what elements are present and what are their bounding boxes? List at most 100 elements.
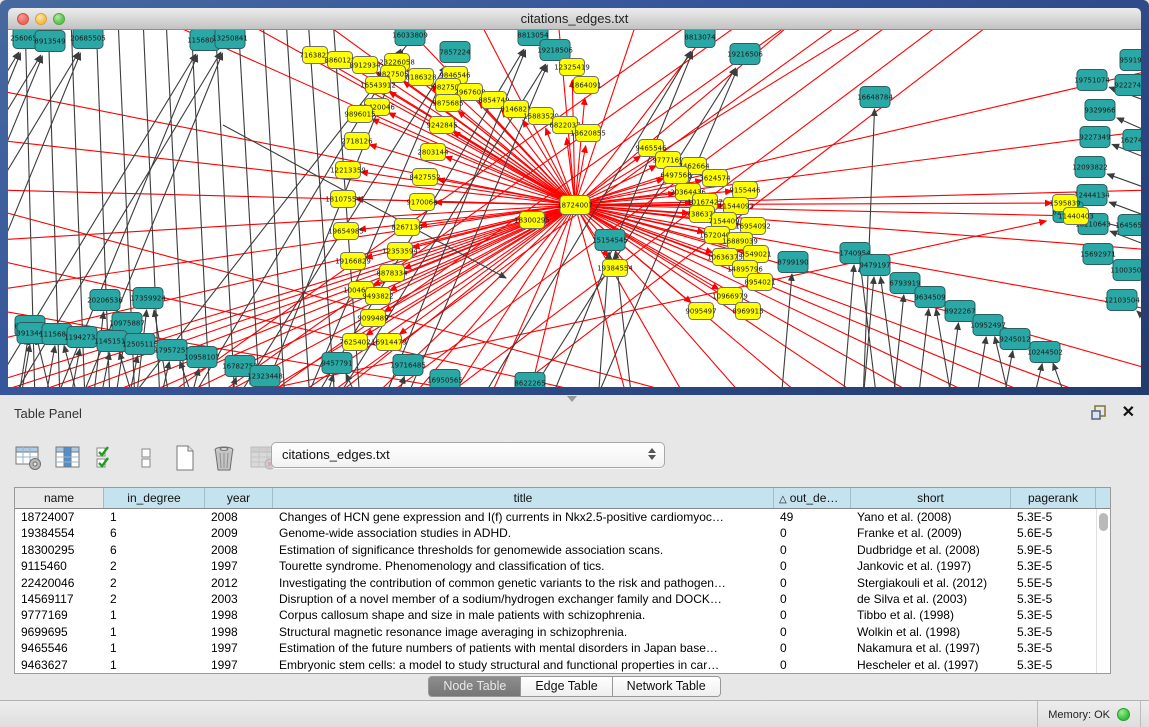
- graph-node[interactable]: 8427552: [409, 169, 440, 186]
- graph-node[interactable]: 18724007: [557, 196, 593, 215]
- graph-node[interactable]: 7857224: [439, 42, 471, 63]
- graph-node[interactable]: 12103504: [1104, 290, 1140, 311]
- column-visibility-icon[interactable]: [53, 442, 83, 474]
- scrollbar-thumb[interactable]: [1099, 513, 1108, 531]
- table-settings-icon[interactable]: [14, 442, 44, 474]
- tab-network-table[interactable]: Network Table: [613, 676, 721, 697]
- graph-node[interactable]: 10244502: [1027, 342, 1063, 363]
- graph-node[interactable]: 9479197: [859, 255, 890, 276]
- graph-node[interactable]: 13620855: [570, 125, 606, 142]
- graph-node[interactable]: 19216506: [727, 44, 763, 65]
- graph-node[interactable]: 20206536: [87, 290, 123, 311]
- graph-node[interactable]: 2803144: [417, 144, 449, 161]
- memory-ok-indicator[interactable]: [1117, 708, 1130, 721]
- graph-node[interactable]: 8913549: [34, 31, 65, 52]
- graph-node[interactable]: 16543912: [360, 77, 396, 94]
- graph-node[interactable]: 8267130: [391, 219, 422, 236]
- new-table-icon[interactable]: [170, 442, 200, 474]
- graph-node[interactable]: 15154545: [592, 230, 628, 251]
- graph-node[interactable]: 9591903: [1119, 50, 1141, 71]
- graph-node[interactable]: 19384554: [597, 260, 633, 277]
- graph-node[interactable]: 18300295: [514, 212, 550, 229]
- graph-node[interactable]: 9875685: [432, 95, 463, 112]
- float-panel-icon[interactable]: [1089, 403, 1109, 423]
- table-row[interactable]: 946362711997Embryonic stem cells: a mode…: [15, 657, 1110, 673]
- graph-node[interactable]: 13250841: [212, 30, 248, 49]
- graph-node[interactable]: 12505115: [122, 334, 158, 355]
- column-header-out_de[interactable]: △out_de…: [774, 488, 851, 508]
- table-row[interactable]: 1830029562008Estimation of significance …: [15, 542, 1110, 558]
- graph-node[interactable]: 9155446: [729, 182, 761, 199]
- column-header-short[interactable]: short: [851, 488, 1011, 508]
- graph-node[interactable]: 8549021: [740, 246, 771, 263]
- graph-node[interactable]: 11440403: [1058, 208, 1094, 225]
- table-row[interactable]: 1872400712008Changes of HCN gene express…: [15, 509, 1110, 525]
- graph-node[interactable]: 12323448: [247, 366, 283, 387]
- graph-node[interactable]: 8799190: [777, 252, 808, 273]
- tab-edge-table[interactable]: Edge Table: [521, 676, 612, 697]
- table-row[interactable]: 911546021997Tourette syndrome. Phenomeno…: [15, 558, 1110, 574]
- graph-node[interactable]: 9227349: [1079, 127, 1110, 148]
- column-header-pagerank[interactable]: pagerank: [1011, 488, 1096, 508]
- graph-node[interactable]: 3624574: [699, 170, 731, 187]
- graph-node[interactable]: 9242845: [426, 117, 457, 134]
- graph-node[interactable]: 19166829: [335, 253, 371, 270]
- table-row[interactable]: 946554611997Estimation of the future num…: [15, 640, 1110, 656]
- graph-node[interactable]: 18107554: [325, 191, 361, 208]
- graph-node[interactable]: 11544093: [718, 198, 754, 215]
- graph-node[interactable]: 8969915: [732, 303, 763, 320]
- table-row[interactable]: 1456911722003Disruption of a novel membe…: [15, 591, 1110, 607]
- table-row[interactable]: 969969511998Structural magnetic resonanc…: [15, 624, 1110, 640]
- graph-node[interactable]: 7625402: [339, 334, 370, 351]
- graph-node[interactable]: 16648784: [857, 87, 893, 108]
- graph-node[interactable]: 9896015: [344, 106, 375, 123]
- graph-node[interactable]: 16954092: [735, 218, 771, 235]
- tab-node-table[interactable]: Node Table: [428, 676, 521, 697]
- graph-node[interactable]: 8622265: [514, 373, 545, 388]
- column-header-title[interactable]: title: [273, 488, 774, 508]
- graph-node[interactable]: 16456501: [1115, 215, 1141, 236]
- column-header-year[interactable]: year: [205, 488, 273, 508]
- delete-trash-icon[interactable]: [209, 442, 239, 474]
- graph-node[interactable]: 9245012: [999, 329, 1030, 350]
- graph-node[interactable]: 10958107: [184, 347, 220, 368]
- graph-node[interactable]: 8922267: [944, 301, 975, 322]
- graph-node[interactable]: 17359924: [130, 288, 166, 309]
- rows-icon[interactable]: [131, 442, 161, 474]
- network-table-selector[interactable]: citations_edges.txt: [271, 442, 665, 468]
- select-all-icon[interactable]: [92, 442, 122, 474]
- graph-node[interactable]: 9095497: [685, 303, 716, 320]
- graph-node[interactable]: 12093822: [1072, 157, 1108, 178]
- graph-node[interactable]: 11003504: [1110, 260, 1141, 281]
- column-header-name[interactable]: name: [15, 488, 104, 508]
- graph-node[interactable]: 9170064: [406, 194, 438, 211]
- graph-node[interactable]: 12325419: [554, 59, 590, 76]
- graph-node[interactable]: 15692971: [1080, 244, 1116, 265]
- graph-node[interactable]: 19654985: [328, 223, 364, 240]
- graph-node[interactable]: 19716485: [390, 355, 426, 376]
- table-row[interactable]: 2242004622012Investigating the contribut…: [15, 575, 1110, 591]
- graph-node[interactable]: 20685505: [70, 30, 106, 49]
- network-canvas[interactable]: 2560650589135492068550511568031132508411…: [8, 30, 1141, 387]
- graph-node[interactable]: 16914479: [371, 334, 407, 351]
- table-row[interactable]: 977716911998Corpus callosum shape and si…: [15, 607, 1110, 623]
- graph-node[interactable]: 16033809: [392, 30, 428, 46]
- graph-node[interactable]: 8878334: [376, 265, 408, 282]
- window-titlebar[interactable]: citations_edges.txt: [8, 8, 1141, 30]
- graph-node[interactable]: 8813074: [684, 30, 716, 48]
- column-header-in_degree[interactable]: in_degree: [104, 488, 205, 508]
- graph-node[interactable]: 19751074: [1074, 70, 1110, 91]
- vertical-scrollbar[interactable]: [1096, 509, 1110, 673]
- graph-node[interactable]: 10966979: [712, 288, 748, 305]
- graph-node[interactable]: 12353594: [382, 243, 418, 260]
- graph-node[interactable]: 8954021: [744, 274, 775, 291]
- graph-node[interactable]: 9457791: [321, 353, 352, 374]
- graph-node[interactable]: 6497568: [660, 167, 691, 184]
- graph-node[interactable]: 9329966: [1084, 100, 1116, 121]
- close-icon[interactable]: ✕: [1122, 402, 1135, 422]
- graph-node[interactable]: 9222745: [1114, 75, 1141, 96]
- graph-node[interactable]: 2718126: [341, 133, 373, 150]
- table-row[interactable]: 1938455462009Genome-wide association stu…: [15, 525, 1110, 541]
- graph-node[interactable]: 16950565: [427, 370, 463, 388]
- graph-node[interactable]: 19218506: [537, 40, 573, 61]
